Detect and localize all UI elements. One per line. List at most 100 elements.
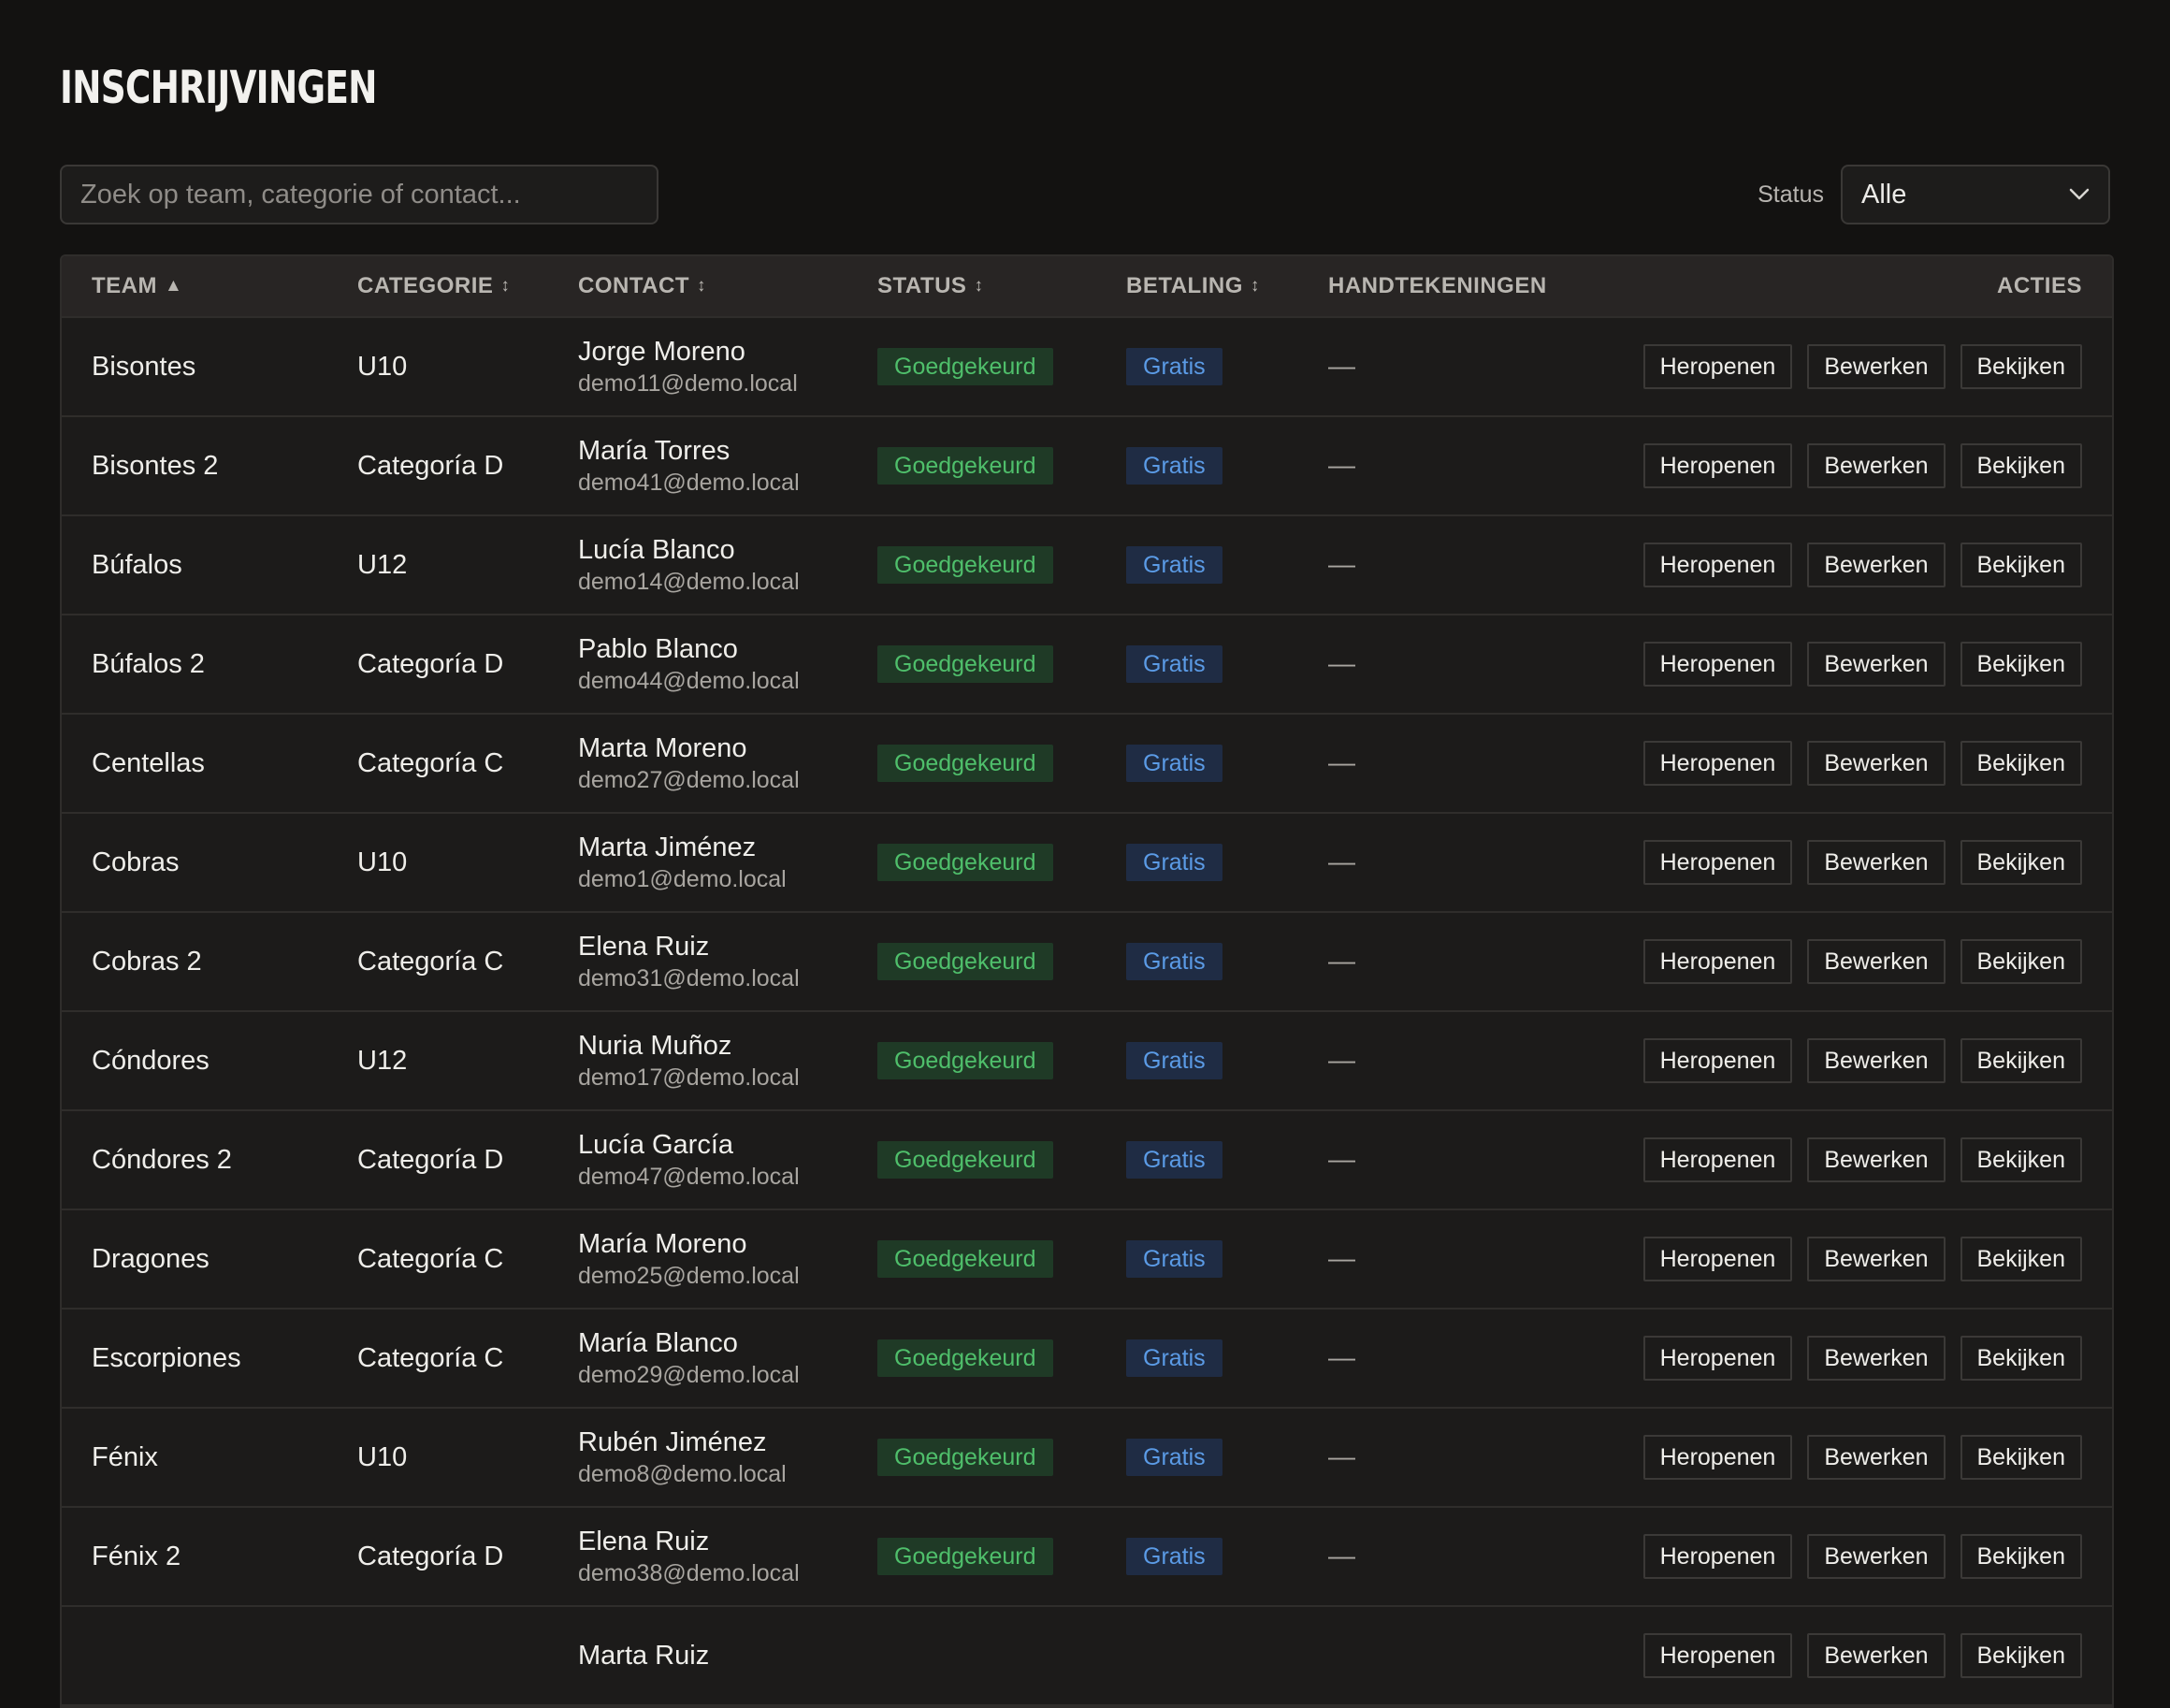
edit-button[interactable]: Bewerken bbox=[1807, 1336, 1946, 1381]
status-select[interactable]: Alle bbox=[1841, 165, 2110, 224]
edit-button[interactable]: Bewerken bbox=[1807, 1137, 1946, 1182]
handtekeningen-value: — bbox=[1328, 648, 1355, 679]
handtekeningen-cell: — bbox=[1328, 318, 1355, 415]
row-actions: Heropenen Bewerken Bekijken bbox=[1642, 1210, 2082, 1308]
column-header-handtekeningen: Handtekeningen bbox=[1328, 256, 1547, 316]
view-button[interactable]: Bekijken bbox=[1960, 840, 2082, 885]
team-cell: Dragones bbox=[92, 1243, 210, 1274]
handtekeningen-value: — bbox=[1328, 946, 1355, 977]
column-header-status[interactable]: Status ↕ bbox=[877, 256, 983, 316]
view-button[interactable]: Bekijken bbox=[1960, 1534, 2082, 1579]
edit-button[interactable]: Bewerken bbox=[1807, 939, 1946, 984]
table-row: Cobras 2 Categoría C Elena Ruiz demo31@d… bbox=[62, 913, 2112, 1012]
handtekeningen-cell: — bbox=[1328, 1012, 1355, 1109]
betaling-cell: Gratis bbox=[1126, 913, 1222, 1010]
handtekeningen-cell: — bbox=[1328, 814, 1355, 911]
edit-button[interactable]: Bewerken bbox=[1807, 1633, 1946, 1678]
contact-name: María Moreno bbox=[578, 1229, 747, 1259]
handtekeningen-cell: — bbox=[1328, 715, 1355, 812]
reopen-button[interactable]: Heropenen bbox=[1642, 741, 1793, 786]
contact-name: Marta Jiménez bbox=[578, 832, 757, 862]
categorie-cell: Categoría C bbox=[357, 946, 504, 977]
contact-name: Marta Ruiz bbox=[578, 1641, 710, 1671]
reopen-button[interactable]: Heropenen bbox=[1642, 642, 1793, 687]
handtekeningen-value: — bbox=[1328, 747, 1355, 778]
view-button[interactable]: Bekijken bbox=[1960, 741, 2082, 786]
view-button[interactable]: Bekijken bbox=[1960, 1435, 2082, 1480]
status-badge: Goedgekeurd bbox=[877, 348, 1053, 385]
reopen-button[interactable]: Heropenen bbox=[1642, 1137, 1793, 1182]
payment-badge: Gratis bbox=[1126, 745, 1222, 782]
payment-badge: Gratis bbox=[1126, 943, 1222, 980]
view-button[interactable]: Bekijken bbox=[1960, 642, 2082, 687]
view-button[interactable]: Bekijken bbox=[1960, 939, 2082, 984]
column-header-categorie[interactable]: Categorie ↕ bbox=[357, 256, 510, 316]
betaling-cell: Gratis bbox=[1126, 615, 1222, 713]
row-actions: Heropenen Bewerken Bekijken bbox=[1642, 715, 2082, 812]
view-button[interactable]: Bekijken bbox=[1960, 1633, 2082, 1678]
edit-button[interactable]: Bewerken bbox=[1807, 1435, 1946, 1480]
handtekeningen-value: — bbox=[1328, 450, 1355, 481]
edit-button[interactable]: Bewerken bbox=[1807, 1038, 1946, 1083]
reopen-button[interactable]: Heropenen bbox=[1642, 1038, 1793, 1083]
view-button[interactable]: Bekijken bbox=[1960, 1137, 2082, 1182]
column-header-team[interactable]: Team ▲ bbox=[92, 256, 182, 316]
contact-email: demo17@demo.local bbox=[578, 1064, 800, 1091]
edit-button[interactable]: Bewerken bbox=[1807, 642, 1946, 687]
row-actions: Heropenen Bewerken Bekijken bbox=[1642, 814, 2082, 911]
view-button[interactable]: Bekijken bbox=[1960, 443, 2082, 488]
search-input[interactable] bbox=[60, 165, 658, 224]
reopen-button[interactable]: Heropenen bbox=[1642, 939, 1793, 984]
reopen-button[interactable]: Heropenen bbox=[1642, 543, 1793, 587]
view-button[interactable]: Bekijken bbox=[1960, 543, 2082, 587]
reopen-button[interactable]: Heropenen bbox=[1642, 344, 1793, 389]
column-header-categorie-label: Categorie bbox=[357, 273, 494, 298]
edit-button[interactable]: Bewerken bbox=[1807, 741, 1946, 786]
contact-email: demo31@demo.local bbox=[578, 965, 800, 992]
registrations-table: Team ▲ Categorie ↕ Contact ↕ Status ↕ Be… bbox=[60, 254, 2114, 1708]
team-cell: Búfalos bbox=[92, 549, 182, 580]
edit-button[interactable]: Bewerken bbox=[1807, 840, 1946, 885]
table-row: Marta Ruiz Heropenen Bewerken Bekijken bbox=[62, 1607, 2112, 1706]
sort-ascending-icon: ▲ bbox=[165, 276, 183, 296]
edit-button[interactable]: Bewerken bbox=[1807, 344, 1946, 389]
edit-button[interactable]: Bewerken bbox=[1807, 443, 1946, 488]
reopen-button[interactable]: Heropenen bbox=[1642, 840, 1793, 885]
team-cell: Escorpiones bbox=[92, 1342, 241, 1373]
reopen-button[interactable]: Heropenen bbox=[1642, 1237, 1793, 1281]
edit-button[interactable]: Bewerken bbox=[1807, 1534, 1946, 1579]
column-header-betaling[interactable]: Betaling ↕ bbox=[1126, 256, 1260, 316]
view-button[interactable]: Bekijken bbox=[1960, 1038, 2082, 1083]
column-header-contact-label: Contact bbox=[578, 273, 690, 298]
reopen-button[interactable]: Heropenen bbox=[1642, 443, 1793, 488]
sort-icon: ↕ bbox=[1250, 276, 1260, 296]
team-cell: Bisontes 2 bbox=[92, 450, 219, 481]
betaling-cell: Gratis bbox=[1126, 1111, 1222, 1209]
table-row: Búfalos U12 Lucía Blanco demo14@demo.loc… bbox=[62, 516, 2112, 615]
row-actions: Heropenen Bewerken Bekijken bbox=[1642, 615, 2082, 713]
contact-name: María Blanco bbox=[578, 1328, 738, 1358]
contact-name: Jorge Moreno bbox=[578, 337, 745, 367]
payment-badge: Gratis bbox=[1126, 1538, 1222, 1575]
sort-icon: ↕ bbox=[500, 276, 511, 296]
edit-button[interactable]: Bewerken bbox=[1807, 543, 1946, 587]
view-button[interactable]: Bekijken bbox=[1960, 1237, 2082, 1281]
categorie-cell: Categoría D bbox=[357, 450, 504, 481]
reopen-button[interactable]: Heropenen bbox=[1642, 1435, 1793, 1480]
contact-name: Lucía García bbox=[578, 1130, 734, 1160]
contact-cell: Lucía Blanco demo14@demo.local bbox=[578, 516, 800, 614]
column-header-contact[interactable]: Contact ↕ bbox=[578, 256, 706, 316]
view-button[interactable]: Bekijken bbox=[1960, 344, 2082, 389]
reopen-button[interactable]: Heropenen bbox=[1642, 1336, 1793, 1381]
categorie-cell: U12 bbox=[357, 1045, 408, 1076]
reopen-button[interactable]: Heropenen bbox=[1642, 1534, 1793, 1579]
status-cell: Goedgekeurd bbox=[877, 715, 1053, 812]
betaling-cell: Gratis bbox=[1126, 516, 1222, 614]
edit-button[interactable]: Bewerken bbox=[1807, 1237, 1946, 1281]
contact-name: Elena Ruiz bbox=[578, 932, 710, 962]
contact-cell: Lucía García demo47@demo.local bbox=[578, 1111, 800, 1209]
table-row: Cobras U10 Marta Jiménez demo1@demo.loca… bbox=[62, 814, 2112, 913]
reopen-button[interactable]: Heropenen bbox=[1642, 1633, 1793, 1678]
view-button[interactable]: Bekijken bbox=[1960, 1336, 2082, 1381]
row-actions: Heropenen Bewerken Bekijken bbox=[1642, 1508, 2082, 1605]
